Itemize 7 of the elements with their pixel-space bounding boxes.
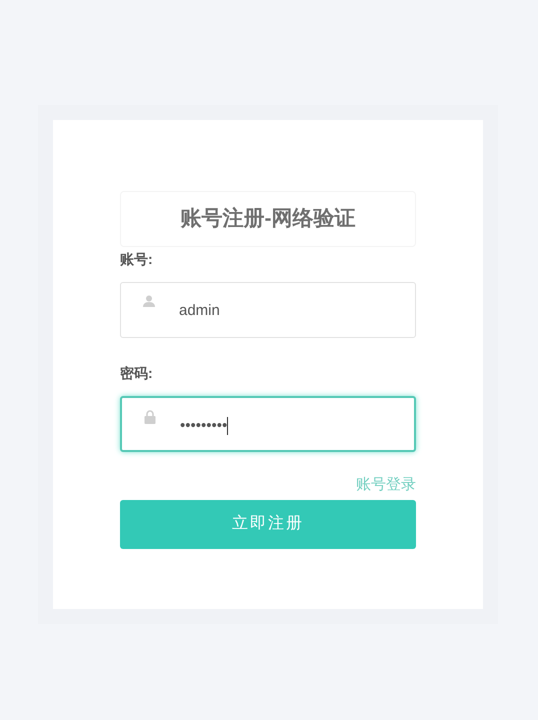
user-icon (143, 295, 155, 307)
field-label: 账号: (120, 250, 154, 269)
input-field[interactable]: ••••••••• (120, 396, 416, 452)
form-title: 账号注册-网络验证 (180, 206, 356, 232)
field-label: 密码: (120, 364, 154, 383)
lock-icon (144, 410, 156, 424)
input-field[interactable]: admin (120, 282, 416, 338)
